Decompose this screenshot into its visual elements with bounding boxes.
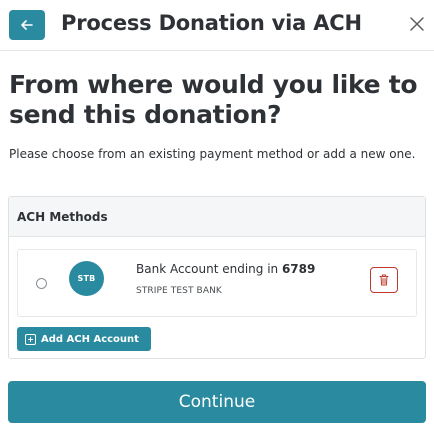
bank-logo-text: STB <box>77 274 96 283</box>
panel-title: ACH Methods <box>17 209 108 224</box>
method-radio[interactable] <box>36 278 47 289</box>
account-last4: 6789 <box>281 262 316 276</box>
close-button[interactable] <box>408 15 426 33</box>
bank-name: STRIPE TEST BANK <box>136 286 222 296</box>
add-ach-account-label: Add ACH Account <box>41 333 139 345</box>
back-button[interactable] <box>9 10 45 40</box>
bank-logo: STB <box>69 261 104 296</box>
panel-header: ACH Methods <box>9 197 425 237</box>
close-icon <box>410 17 424 31</box>
account-description: Bank Account ending in 6789 <box>136 262 315 276</box>
ach-method-item[interactable]: STB Bank Account ending in 6789 STRIPE T… <box>17 249 417 317</box>
arrow-left-icon <box>21 20 33 30</box>
ach-methods-panel: ACH Methods STB Bank Account ending in 6… <box>8 196 426 359</box>
account-prefix: Bank Account ending in <box>136 262 282 276</box>
continue-button[interactable]: Continue <box>8 381 426 423</box>
dialog-title: Process Donation via ACH <box>61 11 362 35</box>
delete-method-button[interactable] <box>370 267 398 293</box>
trash-icon <box>379 274 389 286</box>
add-ach-account-button[interactable]: Add ACH Account <box>17 327 151 351</box>
plus-square-icon <box>25 333 36 345</box>
continue-label: Continue <box>178 392 256 412</box>
page-heading: From where would you like to send this d… <box>9 70 418 129</box>
dialog-header: Process Donation via ACH <box>0 0 434 51</box>
page-description: Please choose from an existing payment m… <box>9 147 416 161</box>
